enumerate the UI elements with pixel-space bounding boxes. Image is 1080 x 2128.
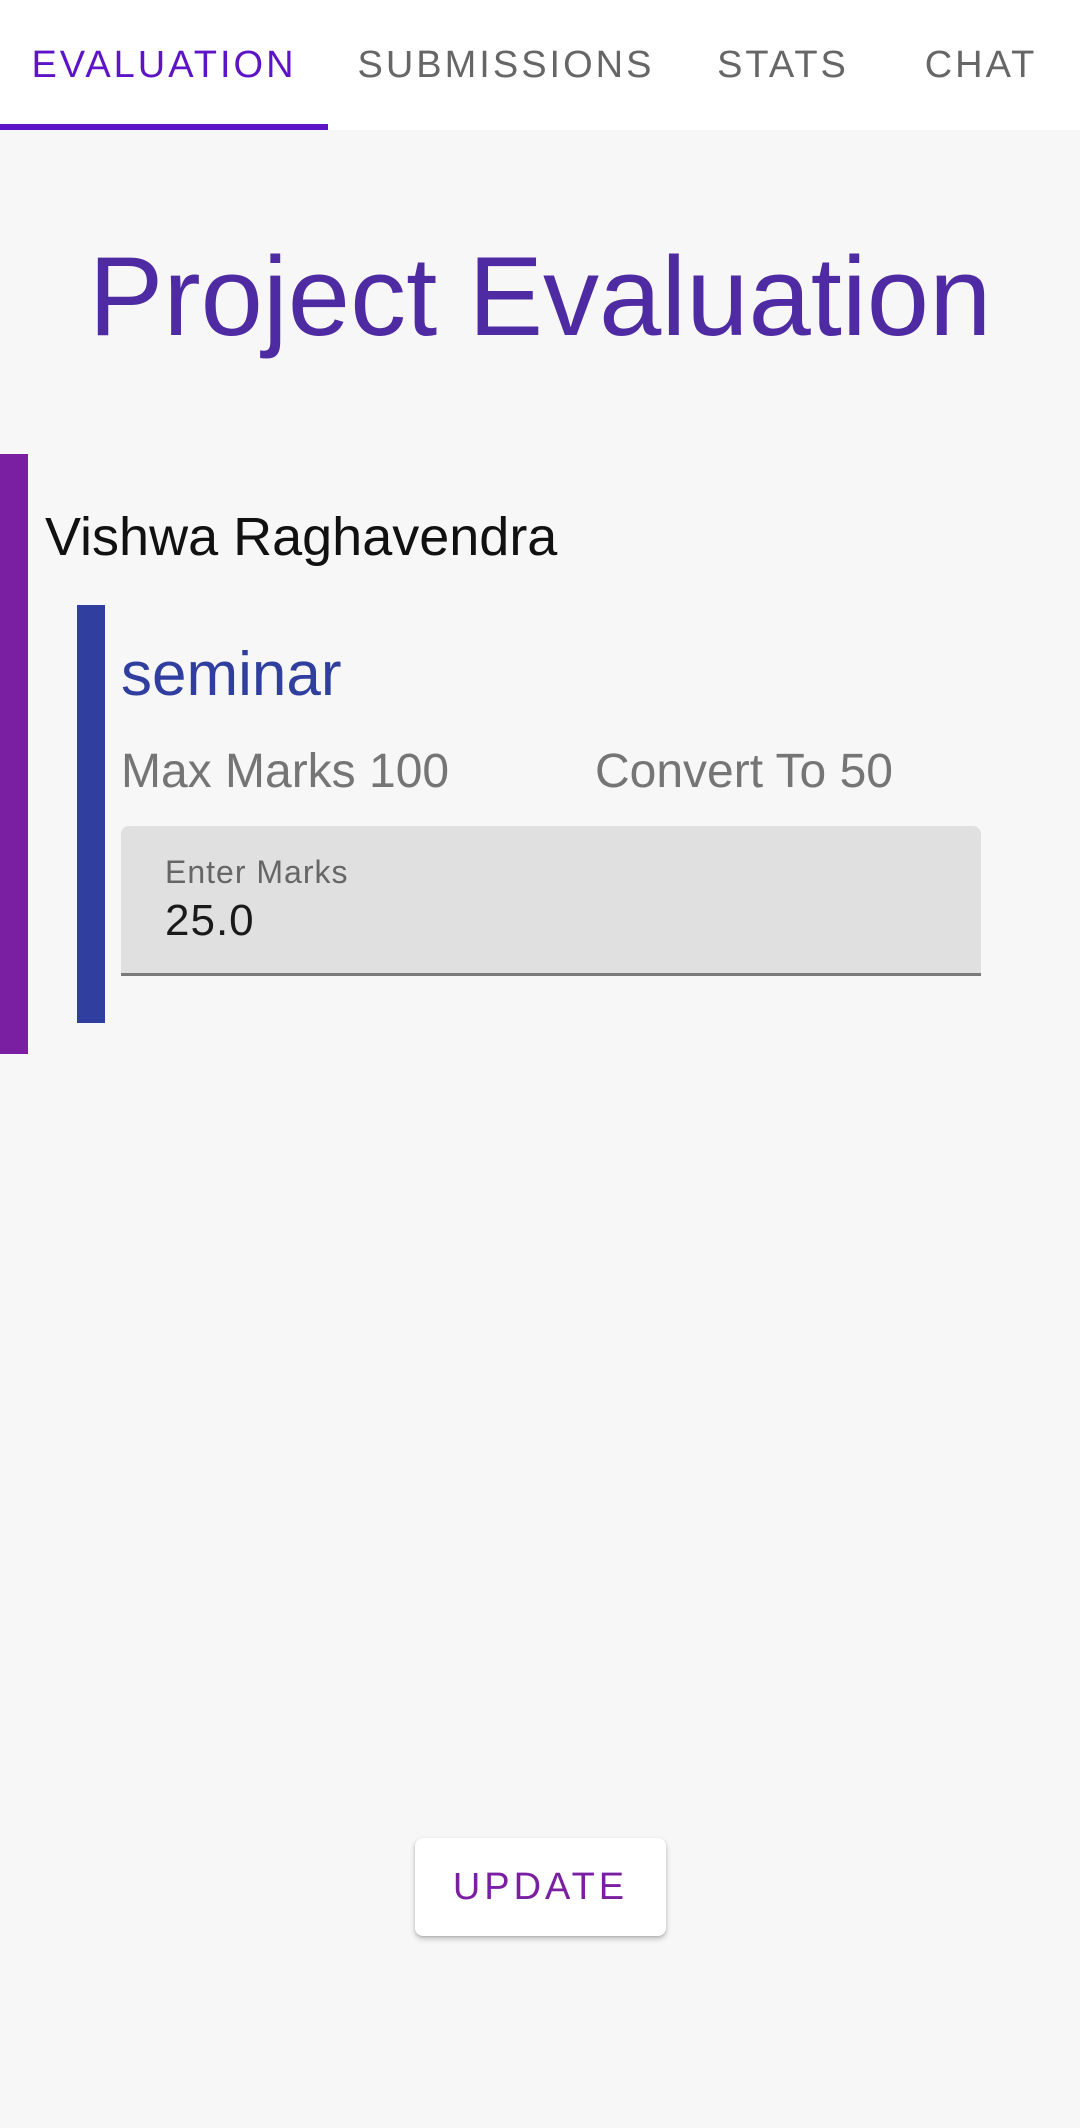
enter-marks-label: Enter Marks — [165, 854, 349, 890]
enter-marks-field[interactable]: Enter Marks 25.0 — [121, 826, 981, 976]
tab-chat[interactable]: CHAT — [900, 0, 1062, 130]
tab-bar: EVALUATION SUBMISSIONS STATS CHAT — [0, 0, 1080, 130]
page-title: Project Evaluation — [88, 234, 992, 359]
update-button[interactable]: UPDATE — [415, 1838, 666, 1936]
criteria-name: seminar — [121, 640, 342, 709]
tab-stats[interactable]: STATS — [700, 0, 866, 130]
tab-evaluation[interactable]: EVALUATION — [0, 0, 328, 130]
criteria-accent-bar — [77, 605, 105, 1023]
student-name: Vishwa Raghavendra — [45, 507, 558, 567]
active-tab-indicator — [0, 124, 328, 130]
tab-submissions[interactable]: SUBMISSIONS — [348, 0, 664, 130]
enter-marks-value[interactable]: 25.0 — [165, 896, 255, 946]
student-accent-bar — [0, 454, 28, 1054]
max-marks-text: Max Marks 100 — [121, 745, 450, 798]
convert-to-text: Convert To 50 — [595, 745, 893, 798]
